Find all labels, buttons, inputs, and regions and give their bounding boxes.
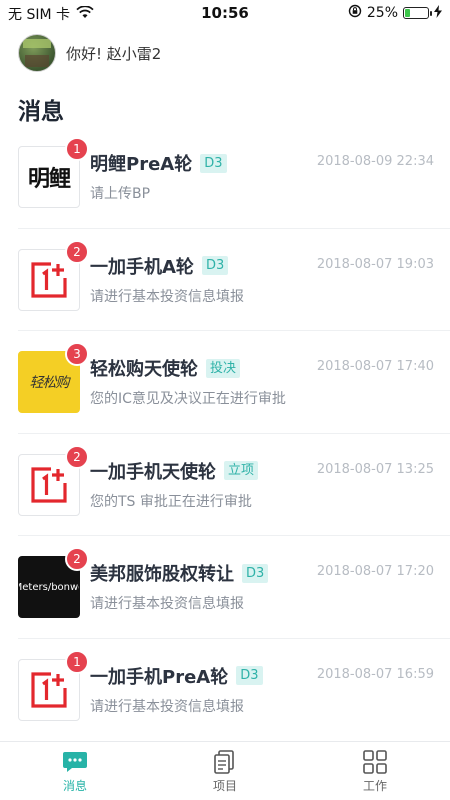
rotation-lock-icon	[348, 4, 362, 22]
message-title-row: 美邦服饰股权转让 D3	[90, 560, 269, 586]
message-item[interactable]: 2 一加手机A轮 D3 2018-08-07 19:03 请进行基本投资信息填报	[18, 229, 450, 331]
message-subtitle: 请上传BP	[90, 186, 151, 202]
unread-badge: 1	[65, 137, 89, 161]
unread-badge: 2	[65, 239, 89, 264]
stage-tag: 投决	[206, 358, 241, 378]
message-title: 轻松购天使轮	[90, 359, 198, 380]
oneplus-logo-icon	[31, 466, 67, 503]
message-time: 2018-08-07 17:20	[316, 564, 434, 579]
unread-badge: 1	[65, 649, 89, 674]
chat-icon	[62, 750, 88, 774]
battery-fill	[405, 9, 411, 17]
message-title: 明鲤PreA轮	[90, 154, 193, 175]
message-subtitle: 请进行基本投资信息填报	[90, 698, 244, 715]
stage-tag: D3	[200, 153, 227, 173]
tab-label: 项目	[212, 779, 237, 793]
message-item[interactable]: 1 一加手机PreA轮 D3 2018-08-07 16:59 请进行基本投资信…	[18, 639, 450, 742]
message-title: 美邦服饰股权转让	[90, 564, 234, 585]
message-time: 2018-08-07 17:40	[316, 359, 434, 374]
stage-tag: D3	[242, 563, 269, 583]
bottom-tab-bar: 消息 项目 工作	[0, 741, 450, 800]
oneplus-logo-icon	[31, 261, 67, 298]
charging-icon	[434, 4, 442, 22]
logo-text: 轻松购	[29, 375, 70, 391]
message-title: 一加手机PreA轮	[90, 666, 229, 688]
message-time: 2018-08-07 19:03	[316, 256, 434, 272]
message-subtitle: 您的IC意见及决议正在进行审批	[90, 391, 286, 407]
message-item[interactable]: 明鲤 1 明鲤PreA轮 D3 2018-08-09 22:34 请上传BP	[18, 126, 450, 229]
tab-label: 工作	[362, 779, 387, 793]
message-title-row: 轻松购天使轮 投决	[90, 355, 241, 381]
greeting-text: 你好! 赵小雷2	[66, 44, 162, 63]
message-item[interactable]: Meters/bonwe 2 美邦服饰股权转让 D3 2018-08-07 17…	[18, 536, 450, 639]
message-title: 一加手机天使轮	[90, 461, 216, 483]
grid-icon	[362, 750, 388, 774]
message-item[interactable]: 2 一加手机天使轮 立项 2018-08-07 13:25 您的TS 审批正在进…	[18, 434, 450, 536]
oneplus-logo-icon	[31, 671, 67, 708]
message-time: 2018-08-07 13:25	[316, 461, 434, 477]
message-title-row: 一加手机A轮 D3	[90, 253, 229, 279]
unread-badge: 2	[65, 444, 89, 469]
battery-icon	[403, 7, 432, 19]
status-bar: 无 SIM 卡 10:56 25%	[0, 0, 450, 26]
stage-tag: D3	[236, 666, 263, 685]
stage-tag: D3	[201, 256, 229, 275]
logo-text: 明鲤	[27, 167, 71, 192]
message-title-row: 一加手机天使轮 立项	[90, 458, 259, 484]
message-title: 一加手机A轮	[90, 256, 194, 278]
message-subtitle: 您的TS 审批正在进行审批	[90, 493, 252, 510]
unread-badge: 2	[65, 547, 89, 571]
message-title-row: 明鲤PreA轮 D3	[90, 150, 227, 176]
message-title-row: 一加手机PreA轮 D3	[90, 663, 263, 689]
stage-tag: 立项	[224, 461, 259, 480]
status-right: 25%	[348, 4, 442, 22]
message-subtitle: 请进行基本投资信息填报	[90, 596, 244, 612]
tab-label: 消息	[62, 779, 87, 793]
tab-projects[interactable]: 项目	[150, 742, 300, 800]
battery-percent: 25%	[366, 5, 398, 21]
message-time: 2018-08-07 16:59	[316, 666, 434, 682]
page-title: 消息	[18, 99, 64, 125]
message-list: 明鲤 1 明鲤PreA轮 D3 2018-08-09 22:34 请上传BP 2…	[0, 126, 450, 741]
document-icon	[212, 750, 238, 774]
message-subtitle: 请进行基本投资信息填报	[90, 288, 244, 305]
user-greeting[interactable]: 你好! 赵小雷2	[18, 34, 161, 72]
unread-badge: 3	[65, 342, 89, 366]
avatar[interactable]	[18, 34, 56, 72]
tab-work[interactable]: 工作	[300, 742, 450, 800]
tab-messages[interactable]: 消息	[0, 742, 150, 800]
message-time: 2018-08-09 22:34	[316, 154, 434, 169]
message-item[interactable]: 轻松购 3 轻松购天使轮 投决 2018-08-07 17:40 您的IC意见及…	[18, 331, 450, 434]
logo-text: Meters/bonwe	[19, 581, 79, 593]
